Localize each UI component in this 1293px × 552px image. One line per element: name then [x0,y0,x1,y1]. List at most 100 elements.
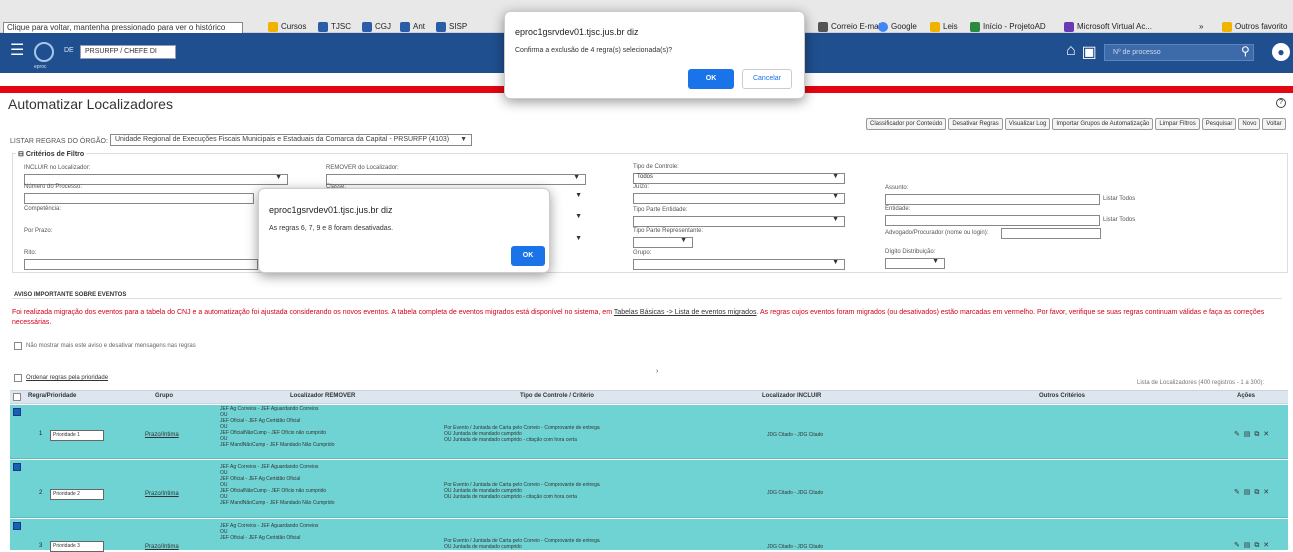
competencia-chevron[interactable]: ▼ [575,213,587,225]
row-number: 2 [39,490,43,496]
assunto-input[interactable] [885,194,1100,205]
tipo-parte-entidade-select[interactable]: ▼ [633,216,845,227]
bookmark-label: Outros favorito [1235,22,1288,31]
row-number: 1 [39,431,43,437]
advogado-input[interactable] [1001,228,1101,239]
confirm-cancel-button[interactable]: Cancelar [742,69,792,89]
table-row[interactable]: 3 Prioridade 3 Prazo/Intima JEF Ag Corre… [10,519,1288,552]
site-icon [400,22,410,32]
pesquisar-button[interactable]: Pesquisar [1201,118,1237,130]
bookmark-label: TJSC [331,22,351,31]
aviso-checkbox-row[interactable]: Não mostrar mais este aviso e desativar … [14,342,196,350]
competencia-label: Competência: [24,206,62,212]
row-checkbox[interactable] [13,522,21,530]
col-outros: Outros Critérios [1039,393,1086,399]
col-grupo: Grupo [155,393,173,399]
bookmark-projetoad[interactable]: Início - ProjetoAD [970,20,1046,34]
menu-icon[interactable]: ☰ [10,43,24,59]
grupo-select[interactable]: ▼ [633,259,845,270]
row-remover: JEF Ag Correios - JEF Aguardando Correio… [220,523,319,541]
alert-ok-button[interactable]: OK [511,246,545,266]
listar-regras-select[interactable]: Unidade Regional de Execuções Fiscais Mu… [110,134,472,146]
tipo-controle-select[interactable]: Todos ▼ [633,173,845,184]
row-actions[interactable]: ✎ ▤ ⧉ ✕ [1234,430,1270,439]
novo-button[interactable]: Novo [1238,118,1261,130]
chevron-down-icon: ▼ [832,173,839,180]
tipo-parte-representante-select[interactable]: ▼ [633,237,693,248]
bookmark-label: Cursos [281,22,307,31]
help-icon[interactable]: ? [1276,98,1286,108]
row-remover: JEF Ag Correios - JEF Aguardando Correio… [220,464,335,506]
lista-info: Lista de Localizadores (400 registros - … [1137,380,1265,386]
bookmark-label: Correio E-mail [831,22,883,31]
listar-todos-assunto-link[interactable]: Listar Todos [1103,196,1135,202]
chevron-down-icon: ▼ [575,235,582,242]
row-group-link[interactable]: Prazo/Intima [145,432,179,438]
bookmark-google[interactable]: Google [878,20,917,34]
juizo-select[interactable]: ▼ [633,193,845,204]
bookmark-leis[interactable]: Leis [930,20,958,34]
priority-select[interactable]: Prioridade 1 [50,430,104,441]
bookmark-sisp[interactable]: SISP [436,20,467,34]
bookmark-correio[interactable]: Correio E-mail [818,20,882,34]
row-group-link[interactable]: Prazo/Intima [145,544,179,550]
chevron-down-icon: ▼ [832,216,839,223]
folder-icon [1222,22,1232,32]
home-icon[interactable]: ⌂ [1066,42,1076,62]
classe-select[interactable]: ▼ [575,192,587,204]
prazo-chevron[interactable]: ▼ [575,235,587,247]
bookmark-cgj[interactable]: CGJ [362,20,391,34]
remover-select[interactable]: ▼ [326,174,586,185]
bookmark-other-favorites[interactable]: Outros favorito [1222,20,1287,34]
select-all-checkbox[interactable] [13,393,21,401]
bookmark-microsoft[interactable]: Microsoft Virtual Ac... [1064,20,1152,34]
row-incluir: JDG Citado - JDG Citado [767,544,824,550]
folder-icon [268,22,278,32]
confirm-ok-button[interactable]: OK [688,69,734,89]
por-prazo-label: Por Prazo: [24,228,53,234]
classificador-button[interactable]: Classificador por Conteúdo [866,118,947,130]
confirm-dialog-message: Confirma a exclusão de 4 regra(s) seleci… [515,47,673,54]
row-tipo: Por Evento / Juntada de Carta pelo Corre… [444,425,600,443]
process-number-input[interactable]: Nº de processo [1104,44,1254,61]
row-actions[interactable]: ✎ ▤ ⧉ ✕ [1234,541,1270,550]
filter-legend[interactable]: ⊟ Critérios de Filtro [16,150,87,158]
bookmarks-more[interactable]: » [1199,20,1203,34]
priority-select[interactable]: Prioridade 3 [50,541,104,552]
entidade-input[interactable] [885,215,1100,226]
limpar-filtros-button[interactable]: Limpar Filtros [1155,118,1200,130]
listar-todos-entidade-link[interactable]: Listar Todos [1103,217,1135,223]
org-select[interactable]: PRSURFP / CHEFE DI [80,45,176,59]
desativar-regras-button[interactable]: Desativar Regras [948,118,1003,130]
digito-select[interactable]: ▼ [885,258,945,269]
aviso-checkbox[interactable] [14,342,22,350]
screen-icon[interactable]: ▣ [1082,42,1097,62]
row-group-link[interactable]: Prazo/Intima [145,491,179,497]
bookmark-tjsc[interactable]: TJSC [318,20,351,34]
row-incluir: JDG Citado - JDG Citado [767,432,824,438]
eventos-migrados-link[interactable]: Tabelas Básicas -> Lista de eventos migr… [614,309,757,316]
row-checkbox[interactable] [13,463,21,471]
numero-input[interactable] [24,193,254,204]
row-tipo: Por Evento / Juntada de Carta pelo Corre… [444,538,600,550]
alert-dialog-title: eproc1gsrvdev01.tjsc.jus.br diz [269,205,393,215]
col-regra[interactable]: Regra/Prioridade [28,393,76,399]
bookmark-ant[interactable]: Ant [400,20,425,34]
bookmark-cursos[interactable]: Cursos [268,20,306,34]
voltar-button[interactable]: Voltar [1262,118,1286,130]
mouse-cursor: › [656,368,659,375]
row-checkbox[interactable] [13,408,21,416]
ordenar-row[interactable]: Ordenar regras pela prioridade [14,374,108,382]
table-row[interactable]: 1 Prioridade 1 Prazo/Intima JEF Ag Corre… [10,405,1288,459]
listar-regras-label: LISTAR REGRAS DO ÓRGÃO: [10,138,108,145]
user-icon[interactable]: ● [1272,43,1290,61]
importar-grupos-button[interactable]: Importar Grupos de Automatização [1052,118,1154,130]
visualizar-log-button[interactable]: Visualizar Log [1004,118,1051,130]
table-row[interactable]: 2 Prioridade 2 Prazo/Intima JEF Ag Corre… [10,460,1288,518]
priority-select[interactable]: Prioridade 2 [50,489,104,500]
search-icon[interactable]: ⚲ [1241,44,1250,58]
rito-select[interactable] [24,259,258,270]
org-label: DE [64,47,74,54]
row-actions[interactable]: ✎ ▤ ⧉ ✕ [1234,488,1270,497]
ordenar-checkbox[interactable] [14,374,22,382]
